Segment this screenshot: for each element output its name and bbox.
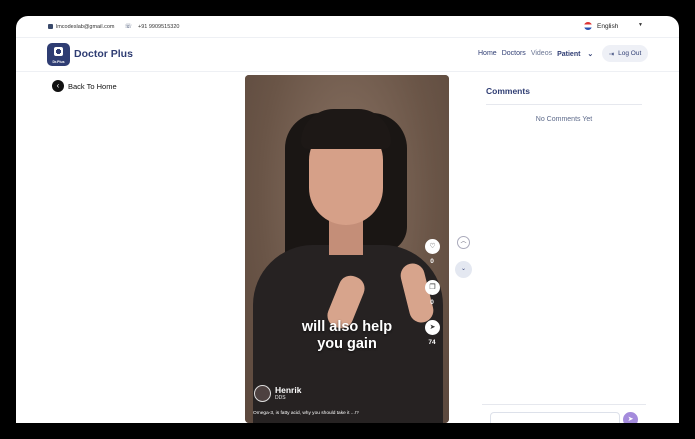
brand-name[interactable]: Doctor Plus bbox=[74, 48, 133, 60]
share-count: 74 bbox=[428, 339, 436, 346]
logout-label: Log Out bbox=[618, 50, 642, 57]
video-player[interactable]: will also help you gain Henrik DDS Omega… bbox=[245, 75, 449, 423]
no-comments-text: No Comments Yet bbox=[535, 116, 593, 123]
flag-icon bbox=[584, 22, 592, 30]
next-video-button[interactable]: ⌄ bbox=[455, 261, 472, 278]
caret-down-icon: ▼ bbox=[638, 22, 643, 28]
divider bbox=[482, 404, 646, 405]
nav-menu: Home Doctors Videos Patient ⌄ bbox=[478, 50, 603, 58]
send-icon: ➤ bbox=[627, 416, 634, 423]
back-label: Back To Home bbox=[68, 81, 117, 91]
comments-title: Comments bbox=[486, 86, 530, 96]
email-icon bbox=[48, 24, 53, 29]
nav-videos[interactable]: Videos bbox=[531, 50, 552, 58]
main-navbar: Dr.Plus Doctor Plus Home Doctors Videos … bbox=[16, 38, 679, 72]
comment-count: 0 bbox=[430, 299, 434, 306]
comment-icon: ❐ bbox=[429, 284, 436, 291]
email-text: lmcodeslab@gmail.com bbox=[56, 23, 115, 30]
like-count: 0 bbox=[430, 258, 434, 265]
caption-line: will also help bbox=[301, 319, 393, 335]
author-name: Henrik bbox=[275, 385, 302, 395]
author-info: Henrik DDS bbox=[271, 385, 302, 402]
device-frame: lmcodeslab@gmail.com ☏ +91 9909515320 En… bbox=[0, 0, 695, 439]
top-contact-bar: lmcodeslab@gmail.com ☏ +91 9909515320 En… bbox=[16, 16, 679, 38]
caption-line: you gain bbox=[317, 336, 377, 352]
language-label: English bbox=[597, 22, 619, 30]
previous-video-button[interactable]: ︿ bbox=[457, 236, 470, 249]
chevron-down-icon: ⌄ bbox=[460, 266, 467, 272]
nav-patient[interactable]: Patient ⌄ bbox=[557, 50, 598, 58]
video-description: Omega-3, is fatty acid, why you should t… bbox=[253, 411, 359, 416]
logo-text: Dr.Plus bbox=[52, 60, 65, 64]
video-caption: will also help you gain bbox=[245, 319, 449, 353]
app-screen: lmcodeslab@gmail.com ☏ +91 9909515320 En… bbox=[16, 16, 679, 423]
arrow-left-icon: ‹ bbox=[52, 80, 64, 92]
logo[interactable]: Dr.Plus bbox=[47, 43, 70, 66]
nav-patient-label: Patient bbox=[557, 51, 581, 58]
divider bbox=[486, 104, 642, 105]
chevron-up-icon: ︿ bbox=[460, 239, 467, 245]
logout-button[interactable]: ⇥ Log Out bbox=[602, 45, 648, 62]
comment-button[interactable]: ❐ bbox=[425, 280, 440, 295]
share-button[interactable]: ➤ bbox=[425, 320, 440, 335]
send-icon: ➤ bbox=[429, 324, 436, 331]
medical-cross-icon bbox=[54, 47, 63, 56]
phone-contact[interactable]: ☏ +91 9909515320 bbox=[124, 23, 180, 31]
chevron-down-icon: ⌄ bbox=[587, 51, 594, 58]
email-contact[interactable]: lmcodeslab@gmail.com bbox=[48, 24, 114, 30]
nav-doctors[interactable]: Doctors bbox=[502, 50, 526, 58]
video-author[interactable]: Henrik DDS bbox=[254, 385, 301, 402]
back-to-home-link[interactable]: ‹ Back To Home bbox=[52, 80, 117, 92]
nav-home[interactable]: Home bbox=[478, 50, 497, 58]
avatar bbox=[254, 385, 271, 402]
heart-icon: ♡ bbox=[429, 243, 436, 250]
author-role: DDS bbox=[275, 395, 286, 401]
comment-input[interactable] bbox=[490, 412, 620, 423]
phone-text: +91 9909515320 bbox=[137, 23, 180, 30]
send-comment-button[interactable]: ➤ bbox=[623, 412, 638, 423]
language-selector[interactable]: English ▼ bbox=[584, 22, 643, 30]
video-figure-hair bbox=[301, 109, 391, 149]
logout-icon: ⇥ bbox=[608, 50, 615, 58]
phone-icon: ☏ bbox=[124, 24, 132, 30]
like-button[interactable]: ♡ bbox=[425, 239, 440, 254]
